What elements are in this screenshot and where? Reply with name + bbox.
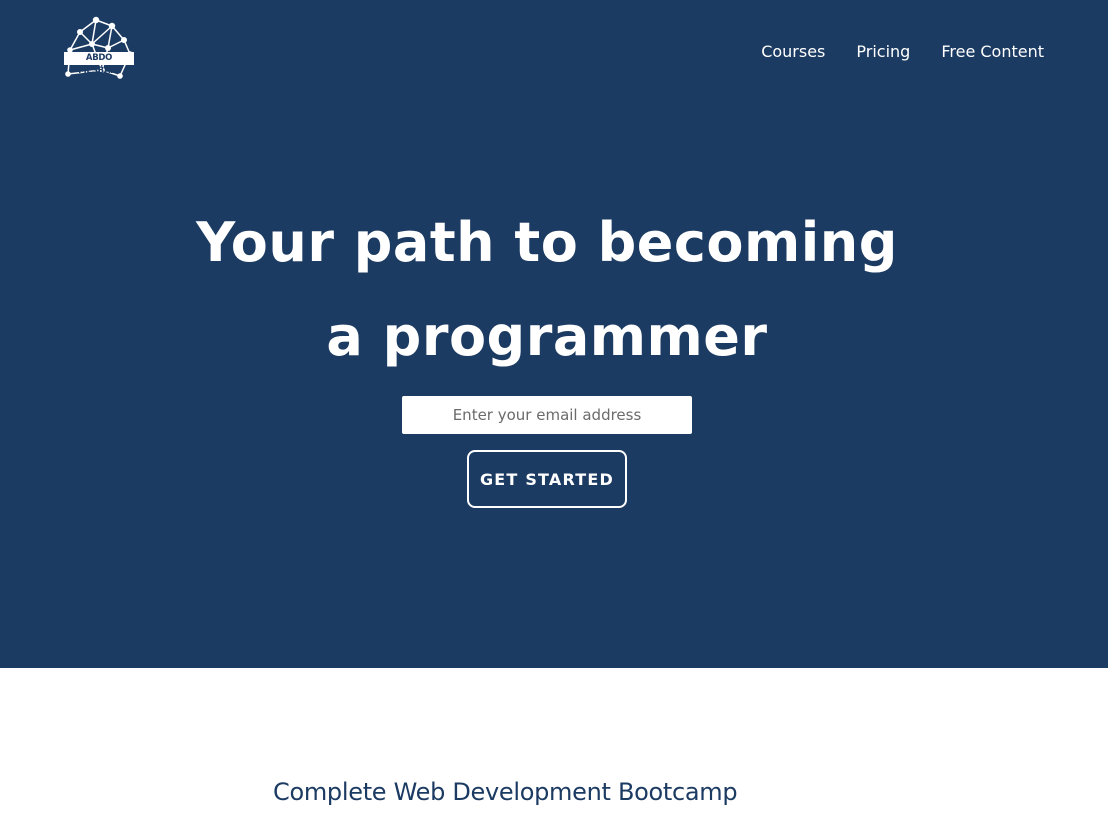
- nav-item-free-content[interactable]: Free Content: [941, 41, 1044, 63]
- nav-item-courses[interactable]: Courses: [761, 41, 825, 63]
- hero-headline-line-2: a programmer: [326, 305, 768, 368]
- logo-text: ABDO MESBAHI: [64, 52, 134, 76]
- nav-item-pricing[interactable]: Pricing: [856, 41, 910, 63]
- course-title: Complete Web Development Bootcamp: [273, 778, 738, 806]
- get-started-button[interactable]: GET STARTED: [467, 450, 627, 508]
- brand-logo[interactable]: ABDO MESBAHI: [62, 14, 138, 80]
- hero-section: ABDO MESBAHI Courses Pricing Free Conten…: [0, 0, 1108, 668]
- hero-headline: Your path to becoming a programmer: [0, 196, 1094, 384]
- hero-headline-line-1: Your path to becoming: [196, 211, 898, 274]
- main-nav: Courses Pricing Free Content: [761, 41, 1044, 63]
- email-input[interactable]: [402, 396, 692, 434]
